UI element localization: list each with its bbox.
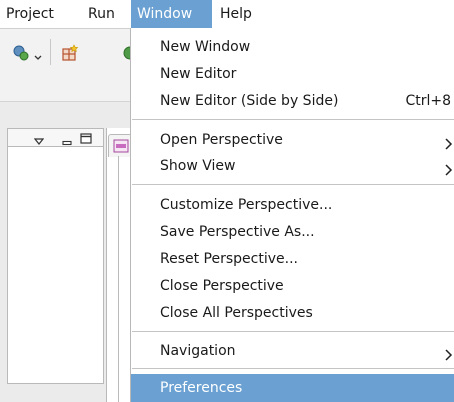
menu-separator bbox=[132, 331, 454, 332]
menu-item-new-editor[interactable]: New Editor bbox=[131, 61, 454, 87]
menu-item-close-perspective[interactable]: Close Perspective bbox=[131, 273, 454, 299]
editor-tab[interactable] bbox=[108, 134, 132, 157]
menu-item-accelerator: Ctrl+8 bbox=[405, 93, 451, 109]
menu-project[interactable]: Project bbox=[2, 0, 62, 28]
menu-item-reset-perspective[interactable]: Reset Perspective... bbox=[131, 246, 454, 272]
chevron-right-icon bbox=[443, 134, 453, 150]
toolbar-overflow-icon[interactable] bbox=[122, 44, 130, 62]
editor-tab-divider bbox=[118, 156, 119, 402]
menu-window-label: Window bbox=[137, 6, 193, 22]
menu-run-label: Run bbox=[88, 6, 115, 22]
menu-item-customize-perspective[interactable]: Customize Perspective... bbox=[131, 192, 454, 218]
menu-separator bbox=[132, 184, 454, 185]
chevron-right-icon bbox=[443, 160, 453, 176]
menu-item-label: Close All Perspectives bbox=[160, 305, 313, 321]
chevron-right-icon bbox=[443, 345, 453, 361]
menu-help-label: Help bbox=[220, 6, 252, 22]
menu-window[interactable]: Window bbox=[131, 0, 212, 28]
menu-item-label: Save Perspective As... bbox=[160, 224, 315, 240]
new-class-icon[interactable] bbox=[60, 43, 80, 63]
menu-item-navigation[interactable]: Navigation bbox=[131, 338, 454, 364]
menu-item-show-view[interactable]: Show View bbox=[131, 153, 454, 179]
menu-item-label: New Editor bbox=[160, 66, 237, 82]
menu-item-label: Show View bbox=[160, 158, 236, 174]
debug-run-icon[interactable] bbox=[12, 44, 30, 62]
menu-item-label: Navigation bbox=[160, 343, 236, 359]
menu-item-label: Open Perspective bbox=[160, 132, 283, 148]
menu-item-label: New Window bbox=[160, 39, 251, 55]
toolbar-separator bbox=[50, 39, 51, 65]
view-header-divider bbox=[7, 146, 103, 147]
view-menu-icon[interactable] bbox=[33, 135, 45, 145]
menu-item-preferences[interactable]: Preferences bbox=[131, 374, 454, 402]
menu-item-label: New Editor (Side by Side) bbox=[160, 93, 339, 109]
menu-run[interactable]: Run bbox=[88, 0, 124, 28]
menu-item-open-perspective[interactable]: Open Perspective bbox=[131, 127, 454, 153]
window-menu-dropdown: New Window New Editor New Editor (Side b… bbox=[130, 28, 454, 402]
menu-item-save-perspective-as[interactable]: Save Perspective As... bbox=[131, 219, 454, 245]
view-header bbox=[7, 128, 104, 147]
xml-file-icon bbox=[113, 139, 129, 153]
menu-item-label: Preferences bbox=[160, 380, 243, 396]
minimize-icon[interactable] bbox=[62, 135, 72, 146]
menu-item-new-editor-side-by-side[interactable]: New Editor (Side by Side) Ctrl+8 bbox=[131, 88, 454, 114]
menu-separator bbox=[132, 368, 454, 369]
menu-item-new-window[interactable]: New Window bbox=[131, 34, 454, 60]
main-toolbar bbox=[0, 29, 130, 102]
maximize-icon[interactable] bbox=[80, 133, 92, 144]
menu-separator bbox=[132, 119, 454, 120]
dropdown-arrow-icon[interactable] bbox=[34, 50, 42, 60]
view-panel bbox=[7, 128, 104, 384]
menu-item-label: Reset Perspective... bbox=[160, 251, 298, 267]
menu-help[interactable]: Help bbox=[220, 0, 260, 28]
menu-item-label: Close Perspective bbox=[160, 278, 284, 294]
menu-item-label: Customize Perspective... bbox=[160, 197, 333, 213]
menu-bar: Project Run Window Help bbox=[0, 0, 454, 29]
menu-item-close-all-perspectives[interactable]: Close All Perspectives bbox=[131, 300, 454, 326]
menu-project-label: Project bbox=[6, 6, 54, 22]
